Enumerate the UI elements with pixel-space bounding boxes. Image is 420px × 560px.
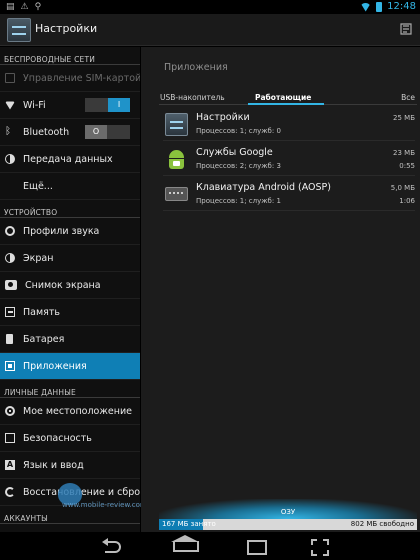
app-process-info: Процессов: 1; служб: 0 [196,127,281,135]
app-name: Настройки [196,112,250,123]
apps-icon [5,361,15,371]
lock-icon [5,433,15,443]
nav-item-wifi[interactable]: Wi-Fi I [0,92,140,119]
app-row-settings[interactable]: Настройки Процессов: 1; служб: 0 25 МБ [163,110,415,141]
app-name: Службы Google [196,147,273,158]
section-header-personal: ЛИЧНЫЕ ДАННЫЕ [0,380,140,398]
nav-item-bluetooth[interactable]: ᛒ Bluetooth O [0,119,140,146]
active-tab-indicator [248,103,324,105]
apps-detail-pane: Приложения USB-накопитель Работающие Все… [141,47,420,532]
section-header-wireless: БЕСПРОВОДНЫЕ СЕТИ [0,47,140,65]
tab-usb-storage[interactable]: USB-накопитель [160,93,225,102]
nav-item-more[interactable]: Ещё... [0,173,140,200]
nav-item-apps[interactable]: Приложения [0,353,140,380]
ram-label: ОЗУ [280,508,296,516]
settings-app-icon [165,113,188,136]
clock: 12:48 [387,1,416,12]
app-name: Клавиатура Android (AOSP) [196,182,331,193]
battery-icon [6,334,13,344]
back-icon[interactable] [101,538,125,554]
battery-status-icon [376,2,383,12]
page-title: Настройки [35,22,98,35]
notification-icons: ▤ ⚠ ⚲ [6,2,41,12]
wifi-toggle[interactable]: I [85,98,130,112]
ram-free-text: 802 МБ свободно [350,520,414,528]
screenshot-icon[interactable] [309,538,329,556]
storage-icon [5,307,15,317]
ram-used-text: 167 МБ занято [162,520,216,528]
wifi-icon [5,101,15,110]
keyboard-icon [165,187,188,201]
app-row-google-services[interactable]: Службы Google Процессов: 2; служб: 3 23 … [163,145,415,176]
watermark-text: www.mobile-review.com [62,501,147,509]
home-icon[interactable] [171,535,199,554]
nav-item-data-usage[interactable]: Передача данных [0,146,140,173]
app-memory-size: 5,0 МБ [390,184,415,192]
pane-title: Приложения [164,62,228,73]
app-process-info: Процессов: 1; служб: 1 [196,197,281,205]
tab-all[interactable]: Все [401,93,415,102]
app-memory-size: 23 МБ [393,149,415,157]
display-icon [5,253,15,263]
settings-app-icon[interactable] [7,18,31,42]
android-icon [165,148,188,171]
action-bar: Настройки [0,14,420,46]
status-bar: ▤ ⚠ ⚲ 12:48 [0,0,420,14]
sim-icon [5,73,15,83]
nav-item-sim: Управление SIM-картой [0,65,140,92]
settings-category-list[interactable]: БЕСПРОВОДНЫЕ СЕТИ Управление SIM-картой … [0,47,140,532]
overflow-menu-icon[interactable] [398,20,414,40]
usb-icon: ⚲ [34,2,42,12]
nav-item-security[interactable]: Безопасность [0,425,140,452]
tab-running[interactable]: Работающие [255,93,311,102]
location-icon [5,406,15,416]
system-navigation-bar [0,532,420,560]
nav-item-location[interactable]: Мое местоположение [0,398,140,425]
nav-item-battery[interactable]: Батарея [0,326,140,353]
section-header-device: УСТРОЙСТВО [0,200,140,218]
apps-tabs: USB-накопитель Работающие Все [159,89,417,105]
sound-icon [5,226,15,236]
warning-icon: ⚠ [20,2,29,12]
reset-icon [5,487,15,497]
nav-item-screenshot[interactable]: Снимок экрана [0,272,140,299]
language-icon: A [5,460,15,470]
camera-icon [5,280,17,290]
app-run-time: 0:55 [399,162,415,170]
bluetooth-icon: ᛒ [5,126,11,137]
bluetooth-toggle[interactable]: O [85,125,130,139]
app-run-time: 1:06 [399,197,415,205]
nav-item-sound[interactable]: Профили звука [0,218,140,245]
nav-item-storage[interactable]: Память [0,299,140,326]
ram-usage-bar: 167 МБ занято 802 МБ свободно [159,519,417,530]
app-row-android-keyboard[interactable]: Клавиатура Android (AOSP) Процессов: 1; … [163,180,415,211]
app-memory-size: 25 МБ [393,114,415,122]
recent-apps-icon[interactable] [245,538,267,555]
app-process-info: Процессов: 2; служб: 3 [196,162,281,170]
data-usage-icon [5,154,15,164]
wifi-signal-icon [360,2,372,12]
settings-notification-icon: ▤ [6,2,15,12]
nav-item-display[interactable]: Экран [0,245,140,272]
nav-item-language[interactable]: A Язык и ввод [0,452,140,479]
